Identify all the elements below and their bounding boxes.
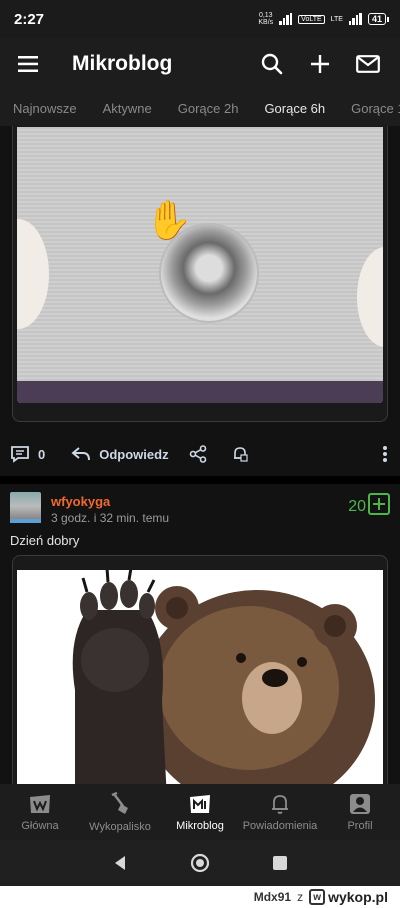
bell-off-icon: [233, 447, 248, 462]
post-body: Dzień dobry: [10, 533, 80, 548]
post-action-bar: 0 Odpowiedz: [0, 435, 400, 473]
app-bar: Mikroblog: [0, 38, 400, 90]
share-icon: [189, 445, 206, 463]
more-button[interactable]: [382, 445, 388, 463]
plus-icon: [373, 498, 385, 510]
mikroblog-icon: [190, 794, 210, 813]
appbar-actions: [250, 42, 400, 86]
share-button[interactable]: [189, 445, 207, 463]
profile-icon: [350, 793, 370, 814]
tab-aktywne[interactable]: Aktywne: [90, 101, 165, 116]
nav-home[interactable]: Główna: [0, 784, 80, 840]
reply-label: Odpowiedz: [99, 446, 169, 462]
menu-button[interactable]: [0, 56, 56, 72]
post-embed-card[interactable]: [12, 555, 388, 784]
net-speed: 0,13 KB/s: [258, 12, 274, 26]
wykop-logo-text: wykop.pl: [328, 889, 388, 905]
post-image[interactable]: [17, 570, 383, 784]
tab-gorace-12h[interactable]: Gorące 12h: [338, 101, 400, 116]
bell-icon: [272, 794, 288, 814]
home-circle-icon: [190, 853, 210, 873]
post-time: 3 godz. i 32 min. temu: [51, 511, 170, 525]
tab-gorace-2h[interactable]: Gorące 2h: [165, 101, 252, 116]
messages-button[interactable]: [346, 42, 390, 86]
username[interactable]: wfyokyga: [51, 494, 110, 509]
bear-waving-image: [17, 570, 383, 784]
nav-wykopalisko-label: Wykopalisko: [89, 820, 151, 833]
comments-button[interactable]: 0: [10, 445, 45, 463]
notify-button[interactable]: [231, 445, 249, 463]
nav-mikroblog-label: Mikroblog: [176, 819, 224, 832]
lte-label: LTE: [330, 15, 343, 23]
back-button[interactable]: [100, 843, 140, 883]
page-title: Mikroblog: [72, 52, 173, 75]
volte-icon: VoLTE: [298, 14, 325, 24]
signal-icon-2: [348, 13, 362, 25]
tab-najnowsze[interactable]: Najnowsze: [0, 101, 90, 116]
battery-icon: 41: [367, 13, 390, 25]
watermark-separator: z: [297, 890, 304, 904]
reply-button[interactable]: Odpowiedz: [71, 446, 169, 462]
mail-icon: [356, 55, 380, 73]
add-post-button[interactable]: [298, 42, 342, 86]
back-triangle-icon: [115, 856, 125, 870]
tab-gorace-6h[interactable]: Gorące 6h: [251, 101, 338, 116]
home-button[interactable]: [180, 843, 220, 883]
hamburger-icon: [18, 56, 38, 72]
vote-count: 20: [348, 498, 366, 515]
nav-notifications-label: Powiadomienia: [242, 819, 318, 832]
more-vertical-icon: [383, 446, 387, 462]
raised-hand-icon: ✋: [145, 200, 193, 242]
search-button[interactable]: [250, 42, 294, 86]
signal-icon: [279, 13, 293, 25]
post-embed-card[interactable]: ✋: [12, 126, 388, 422]
status-icons: 0,13 KB/s VoLTE LTE 41: [258, 12, 390, 26]
wykop-logo-icon: w: [309, 889, 326, 905]
home-icon: [30, 794, 50, 813]
nav-notifications[interactable]: Powiadomienia: [240, 784, 320, 840]
watermark: Mdx91 z w wykop.pl: [0, 886, 400, 908]
shovel-icon: [111, 791, 128, 814]
system-navigation: [0, 840, 400, 886]
recents-button[interactable]: [260, 843, 300, 883]
nav-mikroblog[interactable]: Mikroblog: [160, 784, 240, 840]
search-icon: [261, 53, 283, 75]
nav-profile-label: Profil: [347, 819, 373, 832]
status-bar: 2:27 0,13 KB/s VoLTE LTE 41: [0, 0, 400, 38]
post-image[interactable]: ✋: [17, 127, 383, 403]
upvote-button[interactable]: [368, 493, 390, 515]
recents-square-icon: [273, 856, 287, 870]
post-header: wfyokyga 3 godz. i 32 min. temu 20: [10, 492, 390, 528]
bottom-navigation: Główna Wykopalisko Mikroblog Powiadomien…: [0, 784, 400, 840]
avatar[interactable]: [10, 492, 41, 523]
status-time: 2:27: [14, 10, 45, 28]
reply-icon: [71, 447, 91, 461]
feed[interactable]: ✋ 0 Odpowiedz wfyokyga 3 godz. i 32 min.…: [0, 126, 400, 784]
nav-profile[interactable]: Profil: [320, 784, 400, 840]
watermark-user: Mdx91: [253, 890, 292, 904]
post-divider: [0, 476, 400, 484]
tab-bar: Najnowsze Aktywne Gorące 2h Gorące 6h Go…: [0, 90, 400, 126]
plus-icon: [311, 55, 329, 73]
nav-home-label: Główna: [21, 819, 59, 832]
comment-icon: [11, 446, 29, 463]
wykop-logo: w wykop.pl: [309, 889, 388, 905]
comments-count: 0: [38, 446, 46, 462]
nav-wykopalisko[interactable]: Wykopalisko: [80, 784, 160, 840]
